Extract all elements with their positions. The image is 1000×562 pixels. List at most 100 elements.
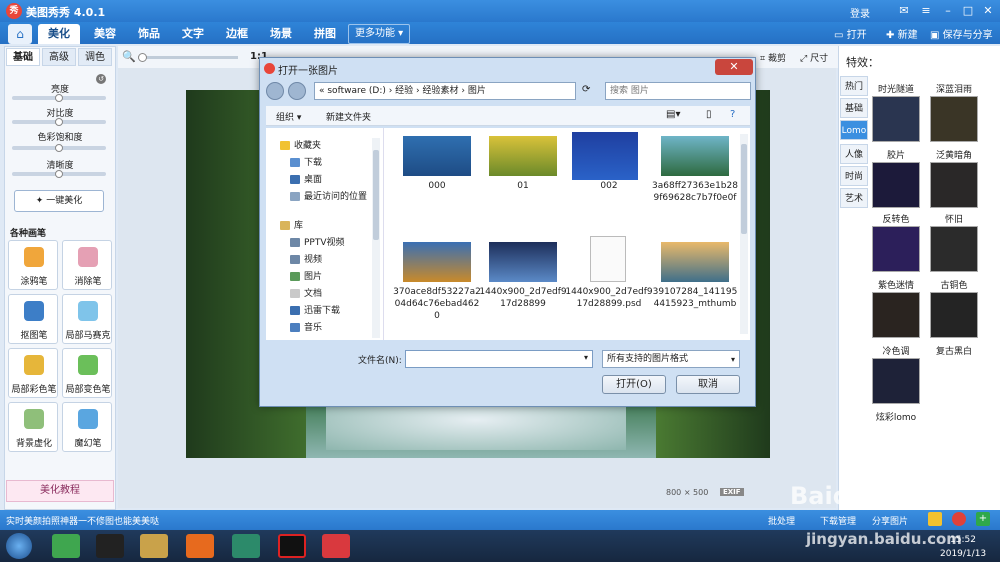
crop-button[interactable]: ⌗ 裁剪 [760, 51, 786, 64]
tree-recent[interactable]: 最近访问的位置 [290, 189, 367, 202]
save-share-button[interactable]: ▣ 保存与分享 [930, 26, 993, 41]
effect-bronze[interactable] [930, 226, 978, 272]
download-manager-button[interactable]: 下载管理 [820, 514, 856, 527]
batch-button[interactable]: 批处理 [768, 514, 795, 527]
tab-basic-fx[interactable]: 基础 [840, 98, 868, 118]
tab-portrait[interactable]: 人像 [840, 144, 868, 164]
tutorial-button[interactable]: 美化教程 [6, 480, 114, 502]
one-key-beautify-button[interactable]: ✦ 一键美化 [14, 190, 104, 212]
explorer-icon[interactable] [140, 534, 168, 558]
tab-scene[interactable]: 场景 [260, 24, 302, 44]
saturation-slider[interactable] [12, 144, 106, 152]
minimize-icon[interactable]: – [940, 3, 956, 19]
address-bar[interactable]: « software (D:) › 经验 › 经验素材 › 图片 [314, 82, 576, 100]
browser-icon[interactable] [52, 534, 80, 558]
open-file-button[interactable]: 打开(O) [602, 375, 666, 394]
record-icon[interactable] [278, 534, 306, 558]
tab-beautify[interactable]: 美化 [38, 24, 80, 44]
tab-advanced[interactable]: 高级 [42, 48, 76, 66]
chevron-down-icon[interactable]: ▾ [731, 352, 735, 368]
saturation-knob[interactable] [55, 144, 63, 152]
effect-colorful-lomo[interactable] [872, 358, 920, 404]
tree-videos[interactable]: 视频 [290, 252, 322, 265]
eraser-tool[interactable]: 消除笔 [62, 240, 112, 290]
tab-border[interactable]: 边框 [216, 24, 258, 44]
tree-favorites[interactable]: 收藏夹 [280, 138, 321, 151]
tab-lomo[interactable]: Lomo [840, 120, 868, 140]
tree-libraries[interactable]: 库 [280, 218, 303, 231]
effect-film[interactable] [872, 96, 920, 142]
share-image-button[interactable]: 分享图片 [872, 514, 908, 527]
sharpness-slider[interactable] [12, 170, 106, 178]
chevron-down-icon[interactable]: ▾ [584, 353, 588, 362]
view-icon[interactable]: ▤▾ [666, 109, 680, 120]
pane-icon[interactable]: ▯ [706, 109, 712, 120]
tree-pictures[interactable]: 图片 [290, 269, 322, 282]
effect-purple[interactable] [872, 226, 920, 272]
tree-downloads[interactable]: 下载 [290, 155, 322, 168]
tree-scroll-thumb[interactable] [373, 150, 379, 240]
size-button[interactable]: ⤢ 尺寸 [800, 51, 828, 64]
zoom-slider[interactable] [138, 53, 238, 62]
tree-pptv[interactable]: PPTV视频 [290, 235, 345, 248]
skin-icon[interactable]: ✉ [896, 3, 912, 19]
help-icon[interactable]: ? [730, 109, 735, 120]
zoom-knob[interactable] [138, 53, 147, 62]
meitu-taskbar-icon[interactable] [322, 534, 350, 558]
tab-color[interactable]: 调色 [78, 48, 112, 66]
search-input[interactable]: 搜索 图片 [605, 82, 751, 100]
tab-art[interactable]: 艺术 [840, 188, 868, 208]
tab-beauty[interactable]: 美容 [84, 24, 126, 44]
effect-bw[interactable] [930, 292, 978, 338]
brightness-knob[interactable] [55, 94, 63, 102]
sharpness-knob[interactable] [55, 170, 63, 178]
open-button[interactable]: ▭ 打开 [834, 26, 867, 41]
effect-cool[interactable] [872, 292, 920, 338]
effect-vignette[interactable] [930, 96, 978, 142]
color-change-tool[interactable]: 局部变色笔 [62, 348, 112, 398]
tab-accessories[interactable]: 饰品 [128, 24, 170, 44]
background-blur-tool[interactable]: 背景虚化 [8, 402, 58, 452]
tree-documents[interactable]: 文档 [290, 286, 322, 299]
tree-desktop[interactable]: 桌面 [290, 172, 322, 185]
exif-button[interactable]: EXIF [720, 488, 744, 496]
tab-collage[interactable]: 拼图 [304, 24, 346, 44]
files-scroll-thumb[interactable] [741, 144, 747, 234]
tree-thunder[interactable]: 迅雷下载 [290, 303, 340, 316]
filename-input[interactable]: ▾ [405, 350, 593, 368]
plus-icon[interactable]: + [976, 512, 990, 526]
cancel-button[interactable]: 取消 [676, 375, 740, 394]
media-icon[interactable] [232, 534, 260, 558]
filetype-select[interactable]: 所有支持的图片格式 ▾ [602, 350, 740, 368]
local-color-tool[interactable]: 局部彩色笔 [8, 348, 58, 398]
tab-hot[interactable]: 热门 [840, 76, 868, 96]
refresh-icon[interactable]: ⟳ [582, 84, 590, 95]
new-button[interactable]: ✚ 新建 [886, 26, 918, 41]
effect-invert[interactable] [872, 162, 920, 208]
tree-music[interactable]: 音乐 [290, 320, 322, 333]
tree-scrollbar[interactable] [372, 138, 380, 338]
magic-pen-tool[interactable]: 魔幻笔 [62, 402, 112, 452]
maximize-icon[interactable]: □ [960, 3, 976, 19]
doodle-pen-tool[interactable]: 涂鸦笔 [8, 240, 58, 290]
effect-nostalgia[interactable] [930, 162, 978, 208]
home-icon[interactable]: ⌂ [8, 24, 32, 44]
more-features-button[interactable]: 更多功能 ▾ [348, 24, 411, 44]
qq-icon[interactable] [96, 534, 124, 558]
dialog-close-button[interactable]: ✕ [715, 59, 753, 75]
contrast-slider[interactable] [12, 118, 106, 126]
new-folder-button[interactable]: 新建文件夹 [326, 110, 371, 123]
zoom-out-icon[interactable]: 🔍 [122, 50, 136, 63]
organize-button[interactable]: 组织 ▾ [276, 110, 301, 123]
back-icon[interactable] [266, 82, 284, 100]
crown-icon[interactable] [928, 512, 942, 526]
files-scrollbar[interactable] [740, 134, 748, 334]
contrast-knob[interactable] [55, 118, 63, 126]
start-button-icon[interactable] [6, 533, 32, 559]
menu-icon[interactable]: ≡ [918, 3, 934, 19]
promo-text[interactable]: 实时美颜拍照神器一不修图也能美美哒 [6, 514, 159, 527]
brightness-slider[interactable] [12, 94, 106, 102]
cutout-tool[interactable]: 抠图笔 [8, 294, 58, 344]
forward-icon[interactable] [288, 82, 306, 100]
firefox-icon[interactable] [186, 534, 214, 558]
